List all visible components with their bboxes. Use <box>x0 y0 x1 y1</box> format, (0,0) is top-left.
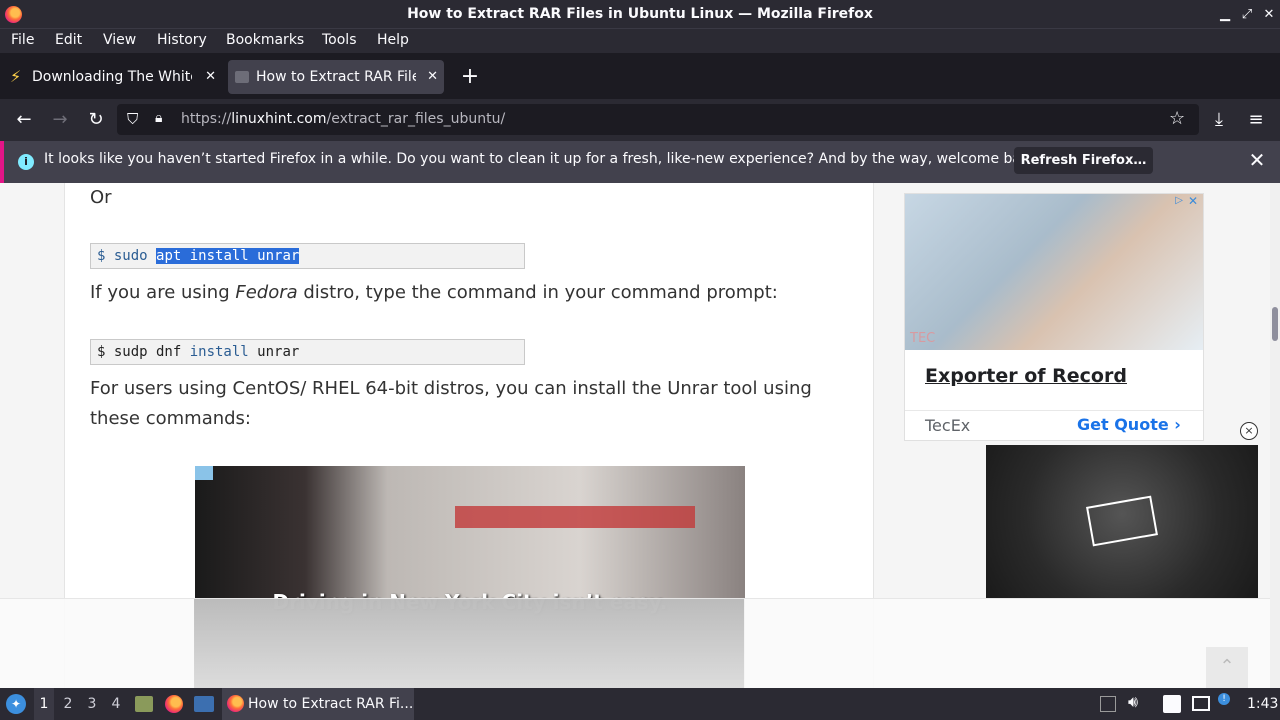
firefox-icon <box>227 695 244 712</box>
emphasis: Fedora <box>235 282 298 303</box>
display-icon[interactable] <box>1192 696 1210 711</box>
lock-icon[interactable]: 🔒︎ <box>155 110 162 126</box>
tab-label: Downloading The White <box>32 69 192 85</box>
clipboard-icon[interactable] <box>1163 695 1181 713</box>
code-selected-text: apt install unrar <box>156 248 300 264</box>
workspace-4[interactable]: 4 <box>106 688 126 720</box>
paragraph-or: Or <box>90 187 112 208</box>
app-menu-icon[interactable]: ≡ <box>1243 107 1269 133</box>
menu-tools[interactable]: Tools <box>322 32 357 48</box>
code-block-dnf: $ sudp dnf install unrar <box>90 339 525 365</box>
ad-company: TecEx <box>925 416 971 435</box>
address-bar[interactable]: ⛉ 🔒︎ https://linuxhint.com/extract_rar_f… <box>117 104 1199 135</box>
site-favicon-icon <box>235 71 249 83</box>
forward-icon[interactable]: → <box>47 107 73 133</box>
scroll-to-top-icon[interactable]: ⌃ <box>1206 647 1248 688</box>
video-loading-graphic <box>1086 495 1158 547</box>
video-overlay-image <box>194 599 744 688</box>
taskbar-window-firefox[interactable]: How to Extract RAR Fi... <box>222 688 414 720</box>
video-frame-detail <box>455 506 695 528</box>
code-block-apt: $ sudo apt install unrar <box>90 243 525 269</box>
sticky-ad-footer: ⌃ <box>0 598 1270 688</box>
start-menu-icon[interactable]: ✦ <box>6 694 26 714</box>
code-keyword: install <box>189 344 249 360</box>
adchoices-icon[interactable]: ▷ <box>1175 195 1183 206</box>
url-path: /extract_rar_files_ubuntu/ <box>326 111 506 127</box>
paragraph-centos-line1: For users using CentOS/ RHEL 64-bit dist… <box>90 378 812 399</box>
firefox-launcher-icon[interactable] <box>165 695 183 713</box>
update-notification-icon[interactable]: ! <box>1218 693 1230 705</box>
bookmark-star-icon[interactable]: ☆ <box>1169 108 1185 129</box>
menu-edit[interactable]: Edit <box>55 32 82 48</box>
shield-icon[interactable]: ⛉ <box>127 110 138 128</box>
firefox-icon <box>5 6 22 23</box>
info-icon: i <box>18 154 34 170</box>
notification-bar: i It looks like you haven’t started Fire… <box>0 141 1280 183</box>
tab-bar: ⚡ Downloading The White ✕ How to Extract… <box>0 55 1280 99</box>
side-video-player[interactable] <box>986 445 1258 598</box>
window-titlebar: How to Extract RAR Files in Ubuntu Linux… <box>0 0 1280 29</box>
new-tab-button[interactable]: + <box>458 62 482 92</box>
workspace-3[interactable]: 3 <box>82 688 102 720</box>
ad-image: TEC <box>905 194 1203 350</box>
page-scrollbar[interactable] <box>1270 183 1280 688</box>
ad-headline[interactable]: Exporter of Record <box>925 365 1127 387</box>
url-domain: linuxhint.com <box>231 111 327 127</box>
close-window-icon[interactable]: ✕ <box>1258 0 1280 29</box>
video-frame <box>195 466 745 598</box>
tab-label: How to Extract RAR Files <box>256 69 416 85</box>
clock: 1:43 <box>1247 696 1279 712</box>
menu-bookmarks[interactable]: Bookmarks <box>226 32 304 48</box>
tab-downloading[interactable]: ⚡ Downloading The White ✕ <box>4 60 222 94</box>
ad-cta-button[interactable]: Get Quote › <box>1077 415 1181 434</box>
paragraph-fedora: If you are using Fedora distro, type the… <box>90 278 778 308</box>
close-video-ad-icon[interactable]: × <box>1240 422 1258 440</box>
url-text: https://linuxhint.com/extract_rar_files_… <box>181 104 505 135</box>
notification-text: It looks like you haven’t started Firefo… <box>44 151 1043 167</box>
tab-close-icon[interactable]: ✕ <box>205 60 216 94</box>
close-notification-icon[interactable]: ✕ <box>1244 147 1270 173</box>
volume-icon[interactable]: 🔊︎ <box>1128 692 1138 712</box>
maximize-icon[interactable]: ⤢ <box>1236 0 1258 29</box>
tab-extract-rar[interactable]: How to Extract RAR Files ✕ <box>228 60 444 94</box>
tab-close-icon[interactable]: ✕ <box>427 60 438 94</box>
menu-view[interactable]: View <box>103 32 136 48</box>
menu-history[interactable]: History <box>157 32 207 48</box>
code-text: unrar <box>248 344 300 360</box>
window-title: How to Extract RAR Files in Ubuntu Linux… <box>407 6 873 22</box>
refresh-firefox-button[interactable]: Refresh Firefox… <box>1014 147 1153 174</box>
menu-bar: File Edit View History Bookmarks Tools H… <box>0 29 1280 53</box>
ad-cta-label: Get Quote <box>1077 415 1169 434</box>
adchoices-icon[interactable] <box>195 466 213 480</box>
tray-app-icon[interactable] <box>1100 696 1116 712</box>
code-prompt: $ sudo <box>97 248 157 264</box>
taskbar: ✦ 1 2 3 4 How to Extract RAR Fi... 🔊︎ ! … <box>0 688 1280 720</box>
ad-close-icon[interactable]: ✕ <box>1188 194 1198 208</box>
back-icon[interactable]: ← <box>11 107 37 133</box>
web-content: Or $ sudo apt install unrar If you are u… <box>0 183 1280 688</box>
lightning-icon: ⚡ <box>10 67 22 86</box>
menu-file[interactable]: File <box>11 32 34 48</box>
minimize-icon[interactable]: ▁ <box>1214 0 1236 29</box>
code-prompt: $ sudp dnf <box>97 344 190 360</box>
terminal-icon[interactable] <box>194 696 214 712</box>
sidebar-ad[interactable]: TEC ▷ ✕ Exporter of Record TecEx Get Quo… <box>904 193 1204 441</box>
reload-icon[interactable]: ↻ <box>83 107 109 133</box>
ad-divider <box>905 410 1203 411</box>
text: distro, type the command in your command… <box>297 282 778 303</box>
workspace-1[interactable]: 1 <box>34 688 54 720</box>
file-manager-icon[interactable] <box>135 696 153 712</box>
notification-accent <box>0 141 4 183</box>
paragraph-centos-line2: these commands: <box>90 408 251 429</box>
text: If you are using <box>90 282 236 303</box>
workspace-2[interactable]: 2 <box>58 688 78 720</box>
scrollbar-thumb[interactable] <box>1272 307 1278 341</box>
download-icon[interactable]: ⤓ <box>1206 107 1232 133</box>
url-scheme: https:// <box>181 111 232 127</box>
ad-watermark: TEC <box>910 331 936 346</box>
menu-help[interactable]: Help <box>377 32 409 48</box>
taskbar-window-label: How to Extract RAR Fi... <box>248 696 414 712</box>
